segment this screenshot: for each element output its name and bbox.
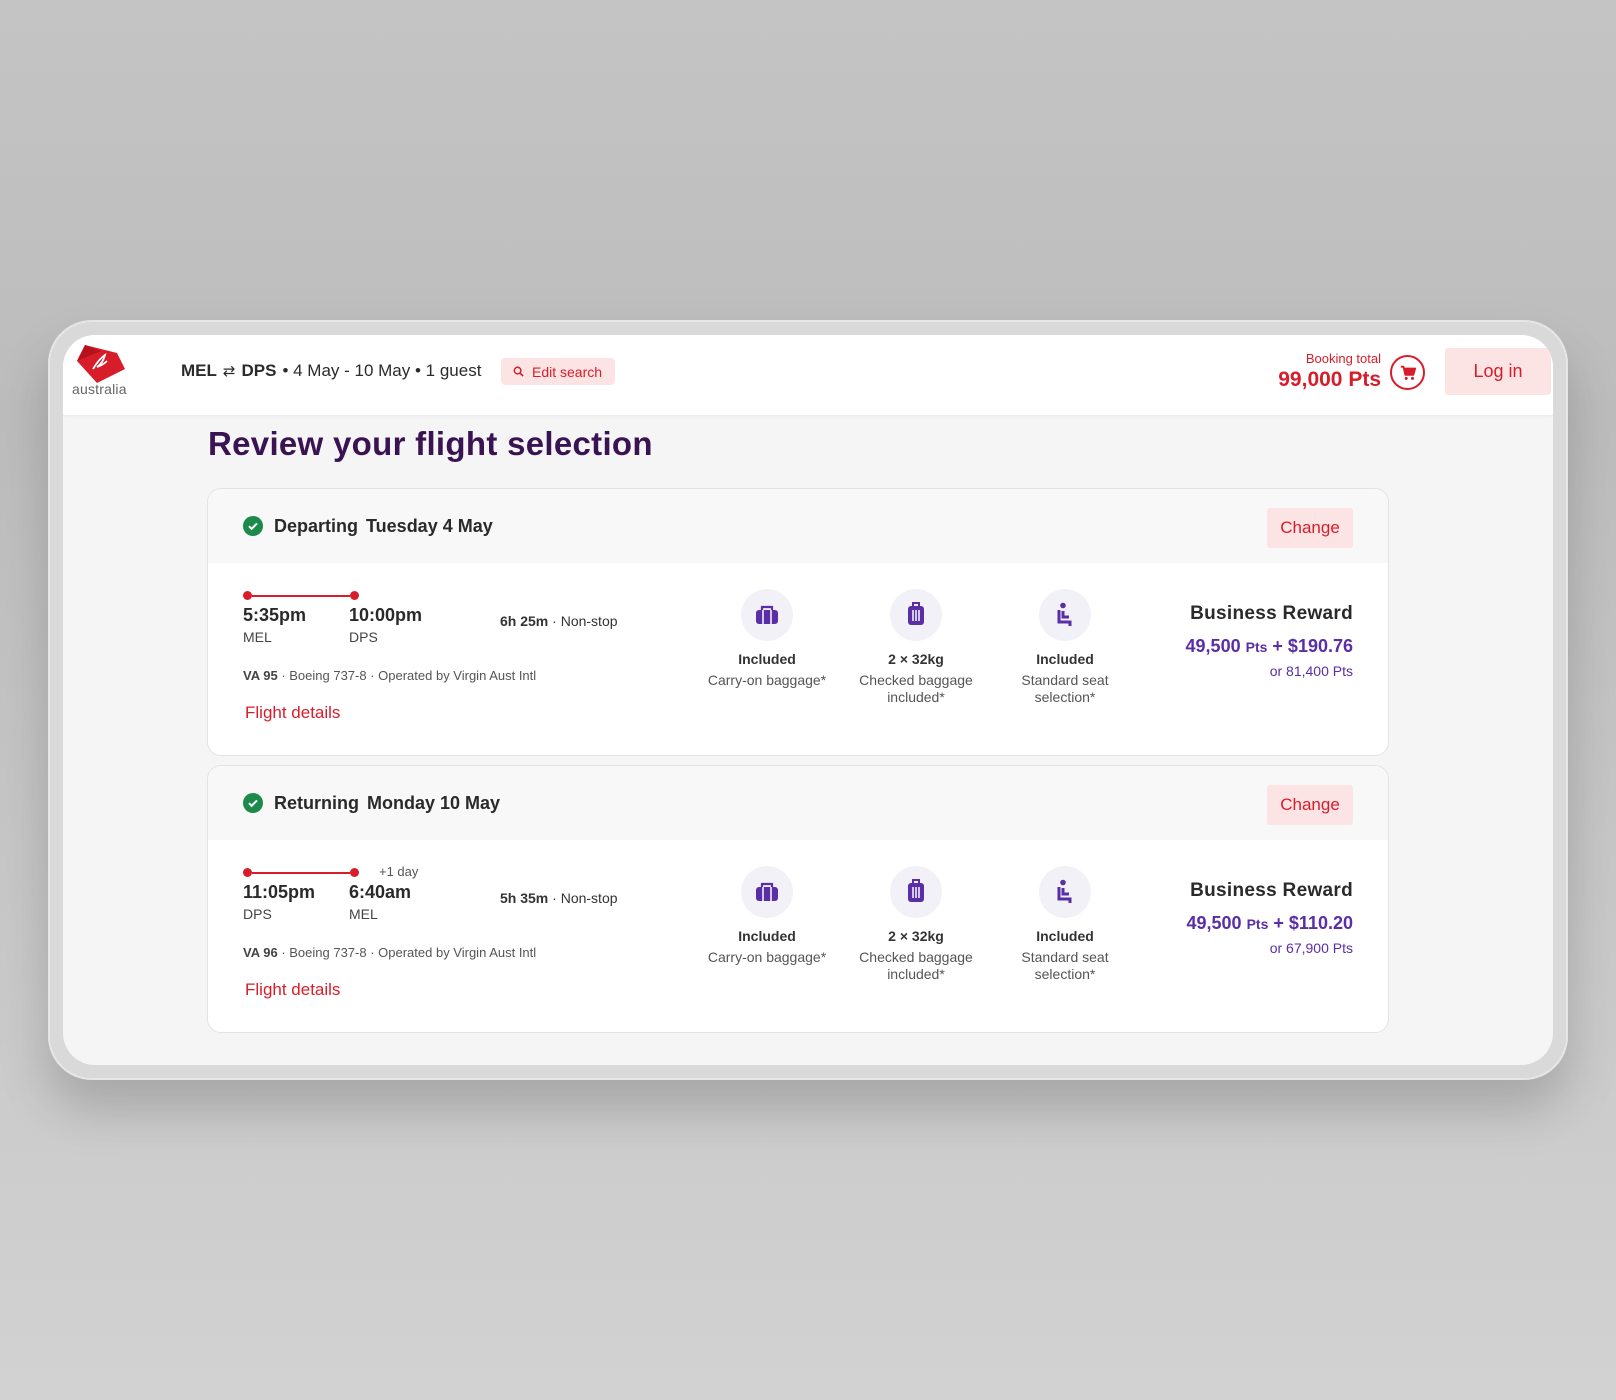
amenity-desc: Checked baggage included* bbox=[859, 672, 973, 705]
amenity-desc: Carry-on baggage* bbox=[707, 672, 827, 688]
search-summary: MEL ⇄ DPS • 4 May - 10 May • 1 guest bbox=[181, 361, 481, 381]
fare-price: 49,500 Pts + $190.76 bbox=[1186, 636, 1353, 657]
check-circle-icon bbox=[243, 793, 263, 813]
amenity-desc: Standard seat selection* bbox=[1021, 672, 1109, 705]
fare-points-unit: Pts bbox=[1245, 639, 1268, 655]
amenity-carry-on: Included Carry-on baggage* bbox=[692, 589, 842, 689]
round-trip-arrow-icon: ⇄ bbox=[222, 363, 236, 380]
flight-meta: VA 95 · Boeing 737-8 · Operated by Virgi… bbox=[243, 668, 536, 683]
card-title: Departing Tuesday 4 May bbox=[274, 516, 493, 537]
top-bar: australia MEL ⇄ DPS • 4 May - 10 May • 1… bbox=[63, 335, 1553, 415]
arrive-port: DPS bbox=[349, 629, 378, 645]
shopping-cart-icon bbox=[1400, 365, 1416, 380]
depart-time: 11:05pm bbox=[243, 882, 316, 902]
card-header: Departing Tuesday 4 May Change bbox=[208, 489, 1388, 563]
amenity-checked-bag: 2 × 32kg Checked baggage included* bbox=[841, 866, 991, 983]
flight-card-returning: Returning Monday 10 May Change +1 day 11:… bbox=[207, 765, 1389, 1033]
fare-name: Business Reward bbox=[1190, 603, 1353, 624]
booking-total: Booking total 99,000 Pts bbox=[1278, 351, 1381, 392]
destination-code: DPS bbox=[241, 361, 277, 380]
booking-total-value: 99,000 Pts bbox=[1278, 368, 1381, 391]
edit-search-button[interactable]: Edit search bbox=[501, 358, 616, 385]
arrive-time: 10:00pm bbox=[349, 605, 423, 625]
edit-search-label: Edit search bbox=[532, 363, 603, 380]
fare-points: 49,500 bbox=[1186, 913, 1242, 933]
arrive-port: MEL bbox=[349, 906, 378, 922]
depart-time: 5:35pm bbox=[243, 605, 307, 625]
direction-label: Departing bbox=[274, 515, 359, 536]
amenity-title: Included bbox=[1036, 928, 1094, 944]
duration-value: 5h 35m bbox=[500, 890, 549, 906]
arrive-time: 6:40am bbox=[349, 882, 412, 902]
amenity-title: Included bbox=[738, 928, 796, 944]
flight-duration: 5h 35m · Non-stop bbox=[500, 890, 618, 906]
seat-icon bbox=[1039, 589, 1091, 641]
fare-price: 49,500 Pts + $110.20 bbox=[1187, 913, 1353, 934]
change-button[interactable]: Change bbox=[1267, 785, 1353, 825]
change-button[interactable]: Change bbox=[1267, 508, 1353, 548]
carry-on-bag-icon bbox=[741, 866, 793, 918]
plus-day-label: +1 day bbox=[379, 864, 419, 879]
seat-icon bbox=[1039, 866, 1091, 918]
login-button[interactable]: Log in bbox=[1445, 348, 1551, 395]
booking-total-label: Booking total bbox=[1305, 351, 1381, 366]
flight-meta: VA 96 · Boeing 737-8 · Operated by Virgi… bbox=[243, 945, 536, 960]
fare-alternative: or 67,900 Pts bbox=[1269, 940, 1353, 956]
duration-value: 6h 25m bbox=[500, 613, 549, 629]
fare-alternative: or 81,400 Pts bbox=[1269, 663, 1353, 679]
checked-bag-icon bbox=[890, 866, 942, 918]
aircraft-operator: · Boeing 737-8 · Operated by Virgin Aust… bbox=[281, 945, 537, 960]
card-header: Returning Monday 10 May Change bbox=[208, 766, 1388, 840]
page-title: Review your flight selection bbox=[208, 425, 653, 462]
card-body: 5:35pm MEL 10:00pm DPS 6h 25m · Non-stop… bbox=[208, 563, 1388, 755]
origin-code: MEL bbox=[181, 361, 217, 380]
checked-bag-icon bbox=[890, 589, 942, 641]
direction-label: Returning bbox=[274, 792, 359, 813]
amenity-title: Included bbox=[1036, 651, 1094, 667]
logo-wordmark: australia bbox=[72, 381, 127, 397]
amenity-title: 2 × 32kg bbox=[888, 651, 944, 667]
flight-number: VA 95 bbox=[243, 668, 278, 683]
flight-timeline bbox=[243, 591, 359, 601]
card-title: Returning Monday 10 May bbox=[274, 793, 500, 814]
fare-points-unit: Pts bbox=[1246, 916, 1269, 932]
amenity-title: 2 × 32kg bbox=[888, 928, 944, 944]
stops-label: Non-stop bbox=[560, 613, 618, 629]
aircraft-operator: · Boeing 737-8 · Operated by Virgin Aust… bbox=[281, 668, 537, 683]
flight-details-link[interactable]: Flight details bbox=[245, 703, 340, 723]
flight-timeline bbox=[243, 868, 359, 878]
amenity-seat: Included Standard seat selection* bbox=[990, 589, 1140, 706]
check-circle-icon bbox=[243, 516, 263, 536]
depart-port: DPS bbox=[243, 906, 272, 922]
cart-button[interactable] bbox=[1390, 355, 1425, 390]
flight-card-departing: Departing Tuesday 4 May Change 5:35pm MEL… bbox=[207, 488, 1389, 756]
fare-summary: Business Reward 49,500 Pts + $110.20 or … bbox=[1187, 880, 1353, 956]
flight-duration: 6h 25m · Non-stop bbox=[500, 613, 618, 629]
search-icon bbox=[513, 366, 524, 377]
trip-details: • 4 May - 10 May • 1 guest bbox=[282, 361, 482, 380]
amenity-seat: Included Standard seat selection* bbox=[990, 866, 1140, 983]
depart-port: MEL bbox=[243, 629, 272, 645]
amenity-desc: Carry-on baggage* bbox=[707, 949, 827, 965]
flight-number: VA 96 bbox=[243, 945, 278, 960]
amenity-carry-on: Included Carry-on baggage* bbox=[692, 866, 842, 966]
card-body: +1 day 11:05pm DPS 6:40am MEL 5h 35m · N… bbox=[208, 840, 1388, 1032]
amenity-desc: Checked baggage included* bbox=[859, 949, 973, 982]
carry-on-bag-icon bbox=[741, 589, 793, 641]
amenity-title: Included bbox=[738, 651, 796, 667]
flight-date: Tuesday 4 May bbox=[366, 515, 493, 536]
fare-cash: + $190.76 bbox=[1272, 636, 1353, 656]
app-screen: australia MEL ⇄ DPS • 4 May - 10 May • 1… bbox=[63, 335, 1553, 1065]
fare-cash: + $110.20 bbox=[1273, 913, 1353, 933]
flight-date: Monday 10 May bbox=[367, 792, 501, 813]
amenity-checked-bag: 2 × 32kg Checked baggage included* bbox=[841, 589, 991, 706]
flight-details-link[interactable]: Flight details bbox=[245, 980, 340, 1000]
fare-points: 49,500 bbox=[1185, 636, 1241, 656]
stops-label: Non-stop bbox=[560, 890, 618, 906]
fare-summary: Business Reward 49,500 Pts + $190.76 or … bbox=[1186, 603, 1353, 679]
amenity-desc: Standard seat selection* bbox=[1021, 949, 1109, 982]
fare-name: Business Reward bbox=[1190, 880, 1353, 901]
